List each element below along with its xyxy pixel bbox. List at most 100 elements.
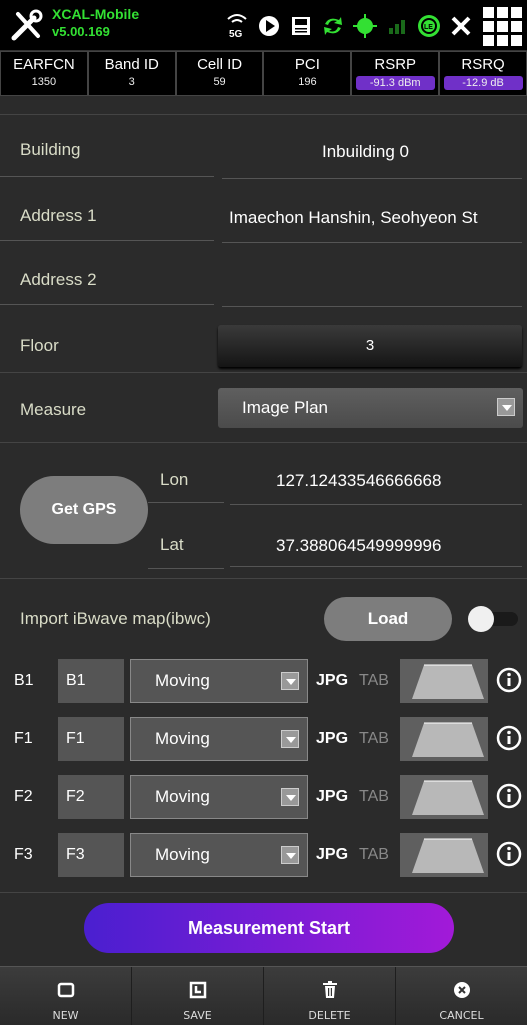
metric-band-id: Band ID 3 [87,51,176,96]
floor-plan-thumbnail[interactable] [400,717,488,761]
divider [0,372,527,373]
metric-value: -12.9 dB [443,76,523,90]
floor-name-field[interactable]: F1 [58,717,124,761]
tab-option[interactable]: TAB [359,730,389,748]
floor-plan-thumbnail[interactable] [400,775,488,819]
get-gps-button[interactable]: Get GPS [20,476,148,544]
delete-label: DELETE [308,1009,351,1022]
floor-name-field[interactable]: F2 [58,775,124,819]
jpg-option[interactable]: JPG [316,730,348,748]
metric-cell-id: Cell ID 59 [175,51,264,96]
new-button[interactable]: NEW [0,967,132,1025]
tools-icon [11,9,43,41]
address1-label: Address 1 [20,206,97,225]
tab-option[interactable]: TAB [359,788,389,806]
lon-field-underline [230,504,522,505]
dropdown-arrow-icon [281,672,299,690]
jpg-option[interactable]: JPG [316,672,348,690]
cancel-icon [453,982,470,998]
building-field-underline [222,178,522,179]
cross-icon[interactable] [448,12,474,40]
address1-field-underline [222,242,522,243]
floor-button[interactable]: 3 [218,325,522,367]
divider [0,578,527,579]
info-icon[interactable] [496,841,522,867]
cancel-label: CANCEL [439,1009,484,1022]
metric-pci: PCI 196 [263,51,352,96]
metric-rsrq: RSRQ -12.9 dB [439,51,527,96]
floor-name-field[interactable]: B1 [58,659,124,703]
floor-row-b1: B1 B1 Moving JPG TAB [0,659,527,705]
metric-rsrp: RSRP -91.3 dBm [351,51,440,96]
measure-select[interactable]: Image Plan [218,388,523,428]
lat-field-underline [230,566,522,567]
import-toggle[interactable] [468,606,520,632]
floor-row-label: F3 [14,846,33,863]
dropdown-arrow-icon [281,730,299,748]
jpg-option[interactable]: JPG [316,788,348,806]
floor-mode-value: Moving [155,671,210,690]
floor-mode-select[interactable]: Moving [130,659,308,703]
floor-mode-select[interactable]: Moving [130,775,308,819]
gps-target-icon[interactable] [352,12,378,40]
floor-plan-thumbnail[interactable] [400,659,488,703]
metric-value: 196 [298,76,317,88]
building-label: Building [20,140,81,159]
measurement-start-button[interactable]: Measurement Start [84,903,454,953]
dropdown-arrow-icon [281,846,299,864]
floor-row-f2: F2 F2 Moving JPG TAB [0,775,527,821]
delete-button[interactable]: DELETE [264,967,396,1025]
metric-earfcn: EARFCN 1350 [0,51,88,96]
metric-label: RSRQ [461,56,505,73]
app-grid-menu-icon[interactable] [480,4,522,46]
dropdown-arrow-icon [281,788,299,806]
save-disk-icon[interactable] [288,12,314,40]
info-icon[interactable] [496,725,522,751]
lat-label: Lat [160,535,184,554]
sync-icon[interactable] [320,12,346,40]
floor-plan-thumbnail[interactable] [400,833,488,877]
new-icon [57,982,74,998]
svg-text:LE: LE [424,24,433,31]
floor-name-field[interactable]: F3 [58,833,124,877]
floor-row-label: F2 [14,788,33,805]
divider [0,176,214,177]
import-ibwave-label: Import iBwave map(ibwc) [20,609,211,628]
play-icon[interactable] [256,12,282,40]
divider [148,502,224,503]
metric-label: PCI [294,56,320,73]
building-value[interactable]: Inbuilding 0 [322,142,409,162]
save-label: SAVE [183,1009,212,1022]
divider [0,240,214,241]
metric-label: Band ID [104,56,159,73]
recording-icon[interactable]: LE [416,12,442,40]
tab-option[interactable]: TAB [359,846,389,864]
save-icon [189,981,206,999]
app-version: v5.00.169 [52,24,110,39]
new-label: NEW [52,1009,79,1022]
dropdown-arrow-icon [497,398,515,416]
load-button[interactable]: Load [324,597,452,641]
5g-icon[interactable]: 5G [224,12,250,40]
address1-field[interactable]: Imaechon Hanshin, Seohyeon St [229,208,525,228]
save-button[interactable]: SAVE [132,967,264,1025]
jpg-option[interactable]: JPG [316,846,348,864]
metric-label: EARFCN [13,56,75,73]
lat-value[interactable]: 37.388064549999996 [276,536,441,556]
metric-strip: EARFCN 1350 Band ID 3 Cell ID 59 PCI 196… [0,50,527,96]
floor-mode-select[interactable]: Moving [130,833,308,877]
info-icon[interactable] [496,783,522,809]
lon-value[interactable]: 127.12433546666668 [276,471,441,491]
divider [148,568,224,569]
floor-mode-select[interactable]: Moving [130,717,308,761]
measure-select-value: Image Plan [242,398,328,417]
floor-row-label: B1 [14,672,34,689]
address2-field[interactable] [229,272,525,296]
cancel-button[interactable]: CANCEL [396,967,527,1025]
measure-label: Measure [20,400,87,419]
metric-value: 3 [128,76,135,88]
info-icon[interactable] [496,667,522,693]
floor-row-f3: F3 F3 Moving JPG TAB [0,833,527,879]
floor-mode-value: Moving [155,787,210,806]
tab-option[interactable]: TAB [359,672,389,690]
